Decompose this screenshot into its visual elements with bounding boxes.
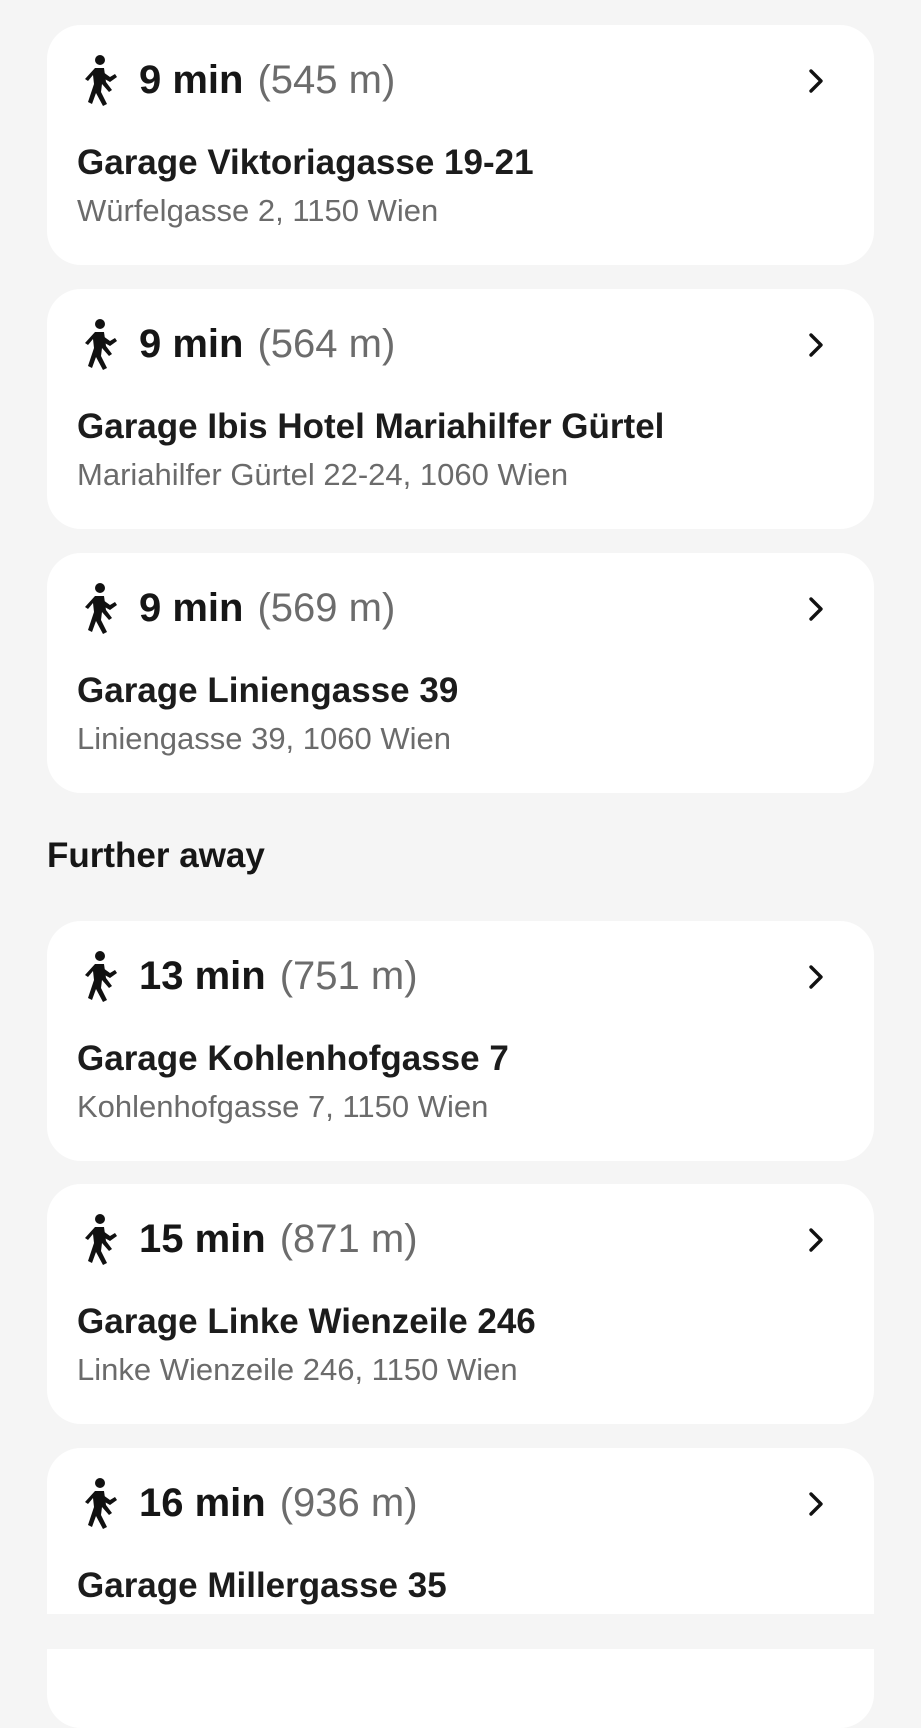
walk-info: 9 min (564 m) xyxy=(79,317,395,371)
walk-distance: (545 m) xyxy=(257,57,396,102)
garage-card[interactable]: 9 min (564 m) Garage Ibis Hotel Mariahil… xyxy=(47,289,874,529)
chevron-right-icon[interactable] xyxy=(802,1490,830,1518)
garage-name: Garage Liniengasse 39 xyxy=(77,671,459,710)
walking-person-icon xyxy=(79,581,123,635)
walk-distance: (936 m) xyxy=(279,1480,418,1525)
chevron-right-icon[interactable] xyxy=(802,595,830,623)
chevron-right-icon[interactable] xyxy=(802,331,830,359)
walk-info: 16 min (936 m) xyxy=(79,1476,418,1530)
walk-time: 9 min xyxy=(139,321,244,366)
garage-address: Liniengasse 39, 1060 Wien xyxy=(77,721,451,756)
walk-time: 13 min xyxy=(139,953,266,998)
garage-address: Mariahilfer Gürtel 22-24, 1060 Wien xyxy=(77,457,569,492)
walk-time: 15 min xyxy=(139,1216,266,1261)
walk-distance: (564 m) xyxy=(257,321,396,366)
garage-card[interactable]: 9 min (569 m) Garage Liniengasse 39 Lini… xyxy=(47,553,874,793)
chevron-right-icon[interactable] xyxy=(802,1226,830,1254)
walking-person-icon xyxy=(79,949,123,1003)
walk-info: 9 min (569 m) xyxy=(79,581,395,635)
walk-time: 9 min xyxy=(139,585,244,630)
garage-name: Garage Kohlenhofgasse 7 xyxy=(77,1039,509,1078)
walk-time: 16 min xyxy=(139,1480,266,1525)
walk-distance: (569 m) xyxy=(257,585,396,630)
garage-address: Linke Wienzeile 246, 1150 Wien xyxy=(77,1352,518,1387)
garage-address: Würfelgasse 2, 1150 Wien xyxy=(77,193,439,228)
walk-distance: (871 m) xyxy=(279,1216,418,1261)
walking-person-icon xyxy=(79,317,123,371)
chevron-right-icon[interactable] xyxy=(802,67,830,95)
garage-name: Garage Viktoriagasse 19-21 xyxy=(77,143,534,182)
garage-card[interactable]: 15 min (871 m) Garage Linke Wienzeile 24… xyxy=(47,1184,874,1424)
garage-card[interactable]: 13 min (751 m) Garage Kohlenhofgasse 7 K… xyxy=(47,921,874,1161)
walk-info: 15 min (871 m) xyxy=(79,1212,418,1266)
walk-info: 9 min (545 m) xyxy=(79,53,395,107)
walking-person-icon xyxy=(79,1476,123,1530)
walk-time: 9 min xyxy=(139,57,244,102)
walk-distance: (751 m) xyxy=(279,953,418,998)
walk-info: 13 min (751 m) xyxy=(79,949,418,1003)
garage-card[interactable]: 9 min (545 m) Garage Viktoriagasse 19-21… xyxy=(47,25,874,265)
garage-name: Garage Linke Wienzeile 246 xyxy=(77,1302,536,1341)
garage-card[interactable]: 16 min (936 m) Garage Millergasse 35 xyxy=(47,1448,874,1728)
garage-name: Garage Millergasse 35 xyxy=(77,1566,447,1605)
bottom-edge xyxy=(0,1614,921,1649)
chevron-right-icon[interactable] xyxy=(802,963,830,991)
walking-person-icon xyxy=(79,1212,123,1266)
garage-address: Kohlenhofgasse 7, 1150 Wien xyxy=(77,1089,489,1124)
section-header-further-away: Further away xyxy=(47,836,265,875)
garage-name: Garage Ibis Hotel Mariahilfer Gürtel xyxy=(77,407,665,446)
walking-person-icon xyxy=(79,53,123,107)
